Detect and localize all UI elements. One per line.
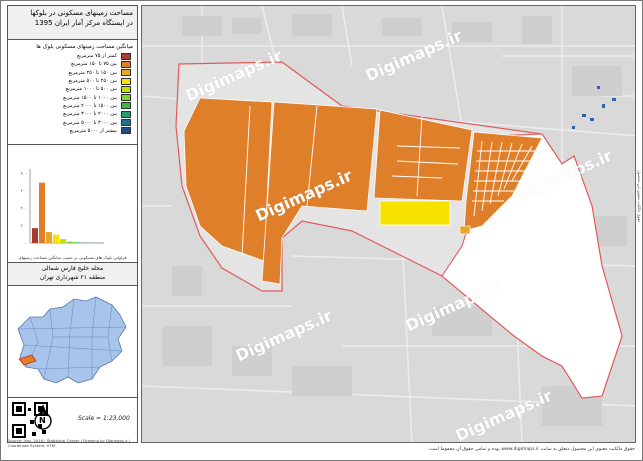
legend-item: بیشتر از ۵۰۰۰ مترمربع xyxy=(8,127,137,135)
legend-item: بین ۲۵۰ تا ۵۰۰ مترمربع xyxy=(8,77,137,85)
legend-item: بین ۱۵۰ تا ۲۵۰ مترمربع xyxy=(8,69,137,77)
legend-swatch xyxy=(121,102,131,110)
location-title: محله خلیج فارس شمالی منطقه ۲۱ شهرداری ته… xyxy=(8,263,137,286)
tehran-inset-svg xyxy=(17,296,127,384)
legend-label: بین ۱۵۰ تا ۲۵۰ مترمربع xyxy=(68,69,117,76)
side-note: حقوق مالکیت معنوی این محصول xyxy=(637,170,642,223)
legend-item: بین ۱۰۰۰ تا ۱۵۰۰ مترمربع xyxy=(8,93,137,102)
legend-label: بین ۵۰۰ تا ۱۰۰۰ مترمربع xyxy=(65,86,117,93)
histogram-bar xyxy=(53,234,59,243)
map-title-box: مساحت زمینهای مسکونی در بلوکها در ایستگا… xyxy=(8,6,137,40)
histogram-svg: ۸۰۰ ۶۰۰ ۴۰۰ ۲۰۰ ۰ xyxy=(21,169,104,246)
main-map: Digimaps.ir Digimaps.ir Digimaps.ir Digi… xyxy=(141,5,636,443)
copyright-footer: حقوق مالکیت معنوی این محصول متعلق به سای… xyxy=(427,447,635,452)
histogram-bar xyxy=(32,228,38,243)
legend-label: بین ۱۵۰۰ تا ۲۰۰۰ مترمربع xyxy=(63,102,117,109)
legend-swatch xyxy=(121,85,131,93)
legend-swatch xyxy=(121,60,131,68)
histogram-bar xyxy=(39,182,45,243)
legend-label: بین ۳۰۰۰ تا ۵۰۰۰ مترمربع xyxy=(63,119,117,126)
legend-item: بین ۲۰۰۰ تا ۳۰۰۰ مترمربع xyxy=(8,110,137,118)
legend-swatch xyxy=(121,94,131,102)
legend: میانگین مساحت زمینهای مسکونی بلوک ها کمت… xyxy=(8,41,137,145)
y-tick-label: ۴۰۰ xyxy=(21,206,27,211)
histogram-bar xyxy=(60,239,66,243)
legend-label: بین ۲۰۰۰ تا ۳۰۰۰ مترمربع xyxy=(63,111,117,118)
legend-item: کمتر از ۷۵ مترمربع xyxy=(8,52,137,60)
legend-label: بین ۱۰۰۰ تا ۱۵۰۰ مترمربع xyxy=(63,94,117,101)
legend-swatch xyxy=(121,110,131,118)
legend-swatch xyxy=(121,52,131,60)
legend-swatch xyxy=(121,77,131,85)
y-tick-label: ۲۰۰ xyxy=(21,223,27,228)
tehran-boundary xyxy=(17,296,127,384)
legend-swatch xyxy=(121,69,131,77)
block-orange-1 xyxy=(183,97,273,262)
histogram-chart: ۸۰۰ ۶۰۰ ۴۰۰ ۲۰۰ ۰ فراوانی بلوک های مسکونی بر… xyxy=(8,145,137,266)
source-credit: Source: Iran, 2016 | Statistical Center … xyxy=(8,438,131,448)
legend-label: بین ۷۵ تا ۱۵۰ مترمربع xyxy=(71,61,117,68)
legend-label: بیشتر از ۵۰۰۰ مترمربع xyxy=(69,127,117,134)
histogram-bar xyxy=(46,232,52,243)
map-svg xyxy=(142,6,635,442)
north-label: N xyxy=(39,416,46,425)
block-light-orange xyxy=(459,225,471,235)
legend-label: بین ۲۵۰ تا ۵۰۰ مترمربع xyxy=(68,78,117,85)
legend-item: بین ۱۵۰۰ تا ۲۰۰۰ مترمربع xyxy=(8,102,137,110)
y-tick-label: ۰ xyxy=(25,241,27,246)
legend-item: بین ۷۵ تا ۱۵۰ مترمربع xyxy=(8,60,137,68)
legend-label: کمتر از ۷۵ مترمربع xyxy=(77,53,117,60)
map-title-line1: مساحت زمینهای مسکونی در بلوکها xyxy=(30,9,133,17)
y-tick-label: ۶۰۰ xyxy=(21,188,27,193)
location-inset-map xyxy=(8,287,137,398)
legend-item: بین ۵۰۰ تا ۱۰۰۰ مترمربع xyxy=(8,85,137,93)
location-line2: منطقه ۲۱ شهرداری تهران xyxy=(39,274,106,281)
legend-item: بین ۳۰۰۰ تا ۵۰۰۰ مترمربع xyxy=(8,118,137,127)
y-tick-label: ۸۰۰ xyxy=(21,171,27,176)
scale-text: Scale = 1:23,000 xyxy=(78,415,130,422)
histogram-bar xyxy=(74,242,80,243)
legend-swatch xyxy=(121,119,131,127)
legend-panel: مساحت زمینهای مسکونی در بلوکها در ایستگا… xyxy=(7,5,138,443)
bottom-box: N Scale = 1:23,000 xyxy=(8,398,137,442)
legend-swatch xyxy=(121,127,131,135)
histogram-bar xyxy=(67,241,73,243)
legend-heading: میانگین مساحت زمینهای مسکونی بلوک ها xyxy=(36,44,133,50)
block-yellow xyxy=(379,200,451,226)
map-title-line2: در ایستگاه مرکز آمار ایران 1395 xyxy=(34,19,133,27)
